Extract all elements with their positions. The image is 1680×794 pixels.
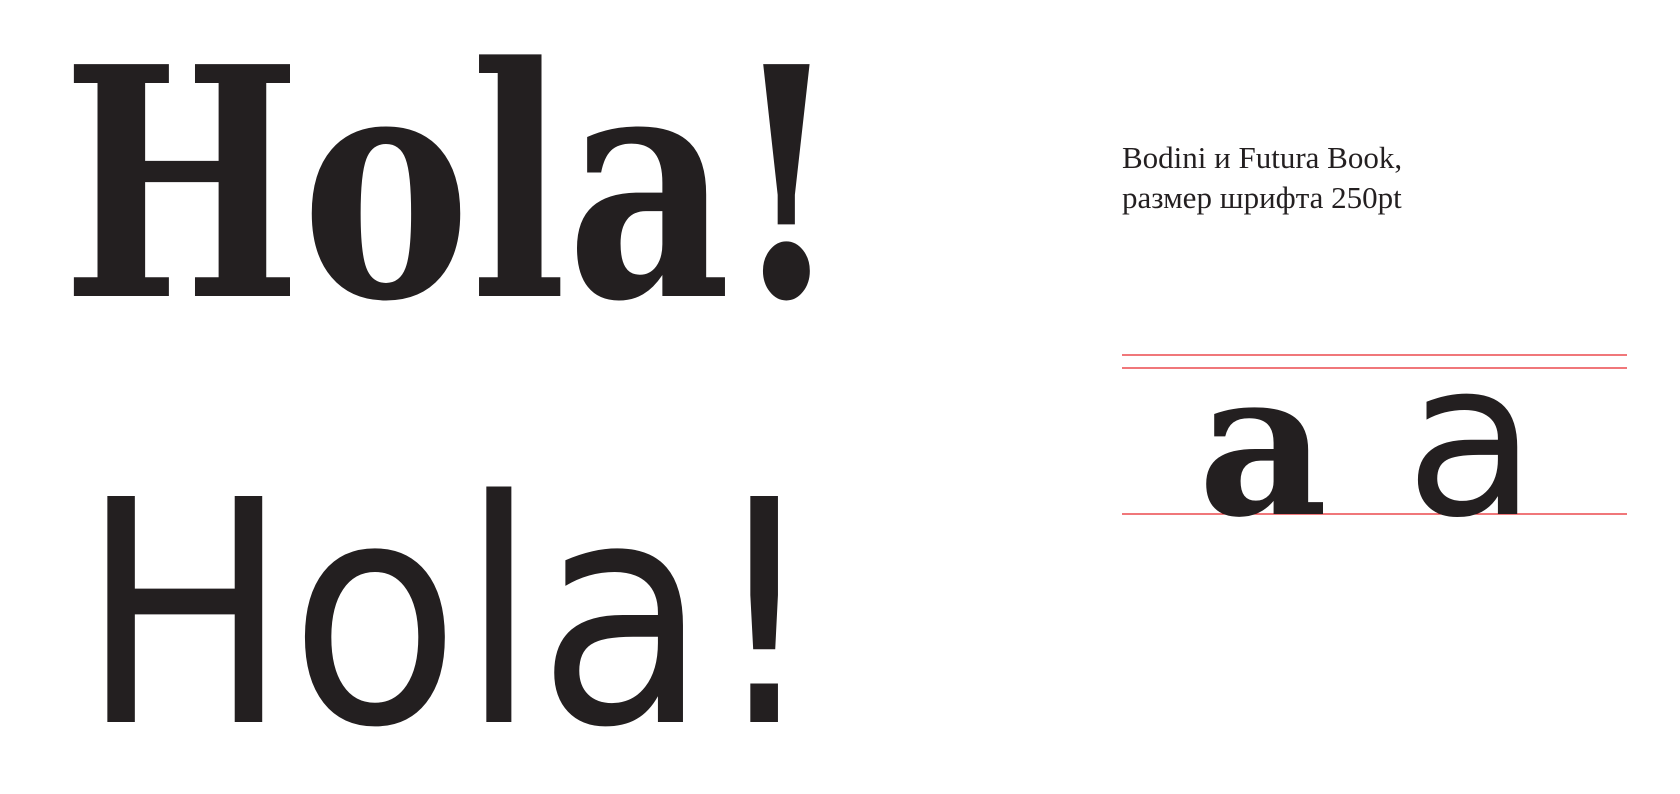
serif-hola-specimen: Hola!	[62, 0, 842, 371]
specimen-canvas: Hola! Hola! a a	[62, 0, 1627, 794]
sans-hola-specimen: Hola!	[80, 435, 820, 794]
caption-line-fonts: Bodini и Futura Book,	[1122, 140, 1403, 175]
serif-a-glyph: a	[1198, 327, 1328, 562]
typeface-comparison-page: Hola! Hola! a a Bodini и Futura Book, ра…	[0, 0, 1680, 794]
font-caption: Bodini и Futura Book, размер шрифта 250p…	[1122, 138, 1402, 218]
sans-a-glyph: a	[1405, 314, 1537, 565]
caption-line-size: размер шрифта 250pt	[1122, 180, 1402, 215]
